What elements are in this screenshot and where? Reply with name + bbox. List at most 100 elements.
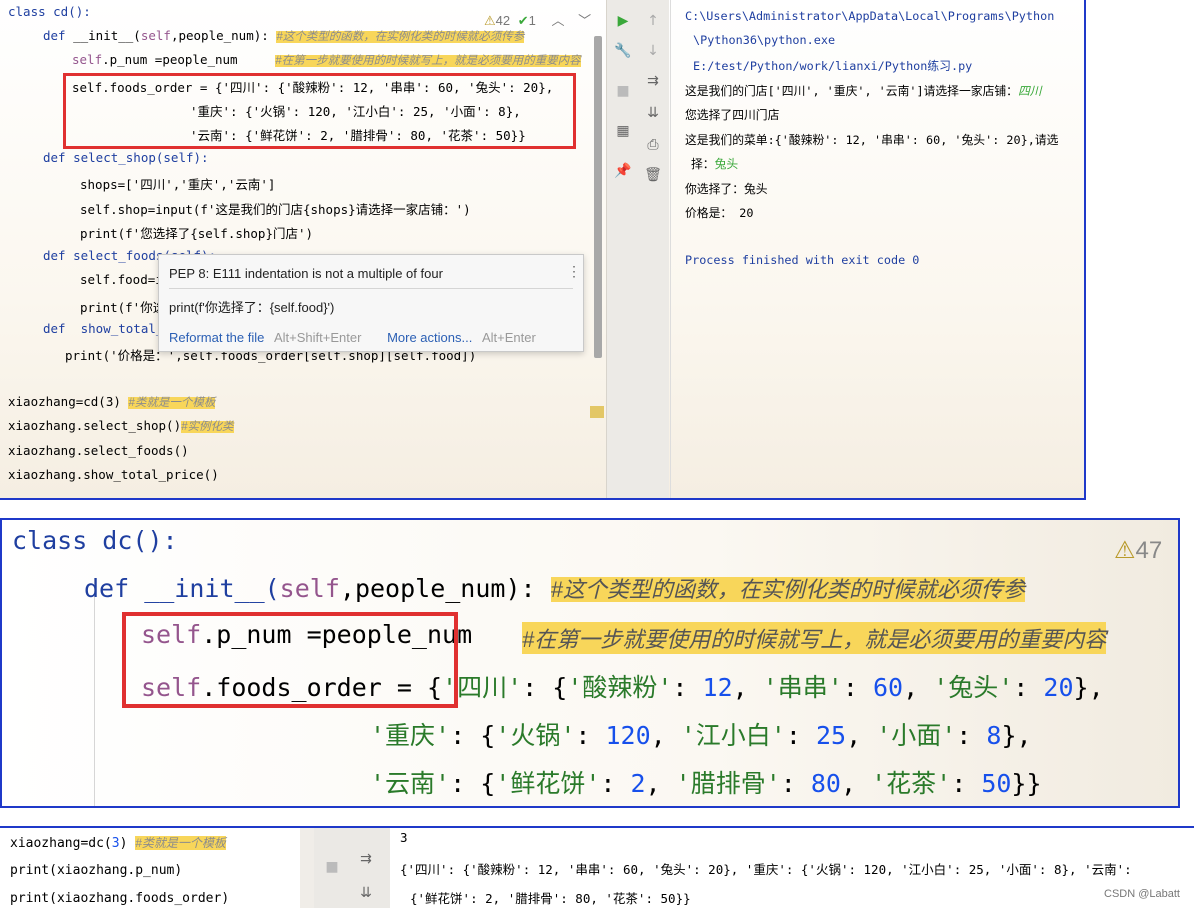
- code: :: [672, 673, 703, 702]
- number: 8: [986, 721, 1002, 750]
- soft-wrap-icon[interactable]: ⇉: [643, 72, 663, 90]
- code: : {: [522, 673, 568, 702]
- class-decl: class cd():: [8, 4, 91, 19]
- code: ,: [903, 673, 934, 702]
- up-arrow-icon[interactable]: ↑: [643, 12, 663, 30]
- code-editor[interactable]: class cd(): def __init__(self,people_num…: [0, 0, 606, 498]
- inspection-widget[interactable]: ⚠42 ✔1 ︿ ﹀: [484, 10, 591, 29]
- comment: #在第一步就要使用的时候就写上，就是必须要用的重要内容: [522, 622, 1107, 654]
- warning-icon: ⚠: [484, 13, 496, 28]
- check-icon: ✔: [517, 13, 529, 28]
- console-input: 兔头: [714, 157, 739, 171]
- warning-icon: ⚠: [1114, 537, 1136, 564]
- wrench-icon[interactable]: 🔧: [613, 42, 633, 60]
- chevron-down-icon[interactable]: ﹀: [578, 13, 591, 28]
- pin-icon[interactable]: 📌: [613, 162, 633, 180]
- code: },: [1073, 673, 1104, 702]
- code: ,: [846, 721, 877, 750]
- function-name: __init__(: [65, 28, 141, 43]
- number: 120: [605, 721, 651, 750]
- code: ,: [732, 673, 763, 702]
- inspection-widget[interactable]: ⚠47: [1114, 536, 1162, 565]
- run-tool-window-toolbar: ▶ ↑ 🔧 ↓ ■ ⇉ ⇊ ▦ ⎙ 📌 🗑: [606, 0, 669, 498]
- code: ,: [645, 769, 676, 798]
- more-options-icon[interactable]: ⋮: [567, 263, 581, 280]
- divider: [169, 288, 573, 289]
- code: }}: [1011, 769, 1042, 798]
- code-line: def __init__(self,people_num): #这个类型的函数，…: [84, 572, 1025, 604]
- code-line: xiaozhang.select_foods(): [8, 443, 189, 458]
- trash-icon[interactable]: 🗑: [643, 166, 663, 184]
- function-name: __init__(: [129, 574, 280, 603]
- console-line: 择：兔头: [691, 155, 738, 172]
- code-line: print(xiaozhang.foods_order): [10, 891, 230, 906]
- code: :: [600, 769, 631, 798]
- code: :: [842, 673, 873, 702]
- code: },: [1001, 721, 1032, 750]
- code-line: def select_shop(self):: [43, 150, 209, 165]
- error-stripe-marker[interactable]: [590, 406, 604, 418]
- code-line: '重庆': {'火锅': 120, '江小白': 25, '小面': 8},: [370, 716, 1032, 752]
- code: xiaozhang=dc(: [10, 836, 112, 851]
- code: :: [780, 769, 811, 798]
- params: ,people_num):: [170, 28, 277, 43]
- stop-icon[interactable]: ■: [322, 858, 342, 876]
- zoomed-code-view: class dc(): ⚠47 def __init__(self,people…: [0, 518, 1180, 808]
- console-output: 这是我们的门店['四川', '重庆', '云南']请选择一家店铺：: [685, 84, 1018, 98]
- code-line: class cd():: [8, 4, 91, 19]
- assignment: .p_num =people_num: [102, 52, 276, 67]
- scroll-to-end-icon[interactable]: ⇊: [643, 104, 663, 122]
- run-tool-window-toolbar: ■ ⇉ ⇊: [314, 828, 390, 908]
- down-arrow-icon[interactable]: ↓: [643, 42, 663, 60]
- params: ,people_num):: [339, 574, 551, 603]
- reformat-link[interactable]: Reformat the file: [169, 330, 264, 345]
- code: ,: [650, 721, 681, 750]
- code: :: [951, 769, 982, 798]
- highlight-box: [122, 612, 458, 708]
- code-line: self.p_num =people_num #在第一步就要使用的时候就写上，就…: [72, 52, 581, 68]
- console-line: {'四川': {'酸辣粉': 12, '串串': 60, '兔头': 20}, …: [400, 862, 1132, 877]
- print-icon[interactable]: ⎙: [643, 136, 663, 154]
- comment: #这个类型的函数，在实例化类的时候就必须传参: [550, 577, 1025, 602]
- code-line: shops=['四川','重庆','云南']: [80, 177, 276, 192]
- code-line: print(f'你选: [80, 300, 166, 315]
- code-line: print(xiaozhang.p_num): [10, 863, 183, 878]
- console-path: E:/test/Python/work/lianxi/Python练习.py: [693, 59, 973, 73]
- code: : {: [450, 769, 496, 798]
- gutter: [300, 828, 314, 908]
- console-path: C:\Users\Administrator\AppData\Local\Pro…: [685, 9, 1055, 23]
- run-icon[interactable]: ▶: [613, 12, 633, 30]
- chevron-up-icon[interactable]: ︿: [552, 13, 565, 28]
- stop-icon[interactable]: ■: [613, 82, 633, 100]
- dict-key: '鲜花饼': [495, 769, 601, 798]
- more-actions-link[interactable]: More actions...: [387, 330, 472, 345]
- weak-warning-count: 1: [528, 13, 536, 28]
- code-editor[interactable]: xiaozhang=dc(3) #类就是一个模板 print(xiaozhang…: [0, 828, 300, 908]
- scrollbar[interactable]: [594, 36, 602, 358]
- code: ): [119, 836, 136, 851]
- layout-icon[interactable]: ▦: [613, 122, 633, 140]
- more-actions-shortcut: Alt+Enter: [481, 330, 536, 345]
- code: xiaozhang=cd(3): [8, 394, 129, 409]
- dict-key: '腊排骨': [675, 769, 781, 798]
- console-path: \Python36\python.exe: [693, 33, 836, 47]
- self-keyword: self: [279, 574, 340, 603]
- number: 50: [981, 769, 1012, 798]
- comment: #实例化类: [181, 421, 234, 433]
- soft-wrap-icon[interactable]: ⇉: [356, 850, 376, 868]
- reformat-shortcut: Alt+Shift+Enter: [274, 330, 362, 345]
- run-console: C:\Users\Administrator\AppData\Local\Pro…: [670, 0, 1084, 498]
- dict-key: '酸辣粉': [567, 673, 673, 702]
- code: :: [575, 721, 606, 750]
- comment: #在第一步就要使用的时候就写上，就是必须要用的重要内容: [275, 55, 581, 67]
- code-line: def show_total_: [43, 321, 164, 336]
- dict-key: '重庆': [370, 721, 451, 750]
- dict-key: '小面': [876, 721, 957, 750]
- console-input: 四川: [1017, 84, 1042, 98]
- dict-key: '兔头': [933, 673, 1014, 702]
- number: 2: [630, 769, 646, 798]
- code-line: '云南': {'鲜花饼': 2, '腊排骨': 80, '花茶': 50}}: [370, 764, 1042, 800]
- warning-count: 42: [495, 13, 511, 28]
- scroll-to-end-icon[interactable]: ⇊: [356, 884, 376, 902]
- code-line: self.food=i: [80, 272, 163, 287]
